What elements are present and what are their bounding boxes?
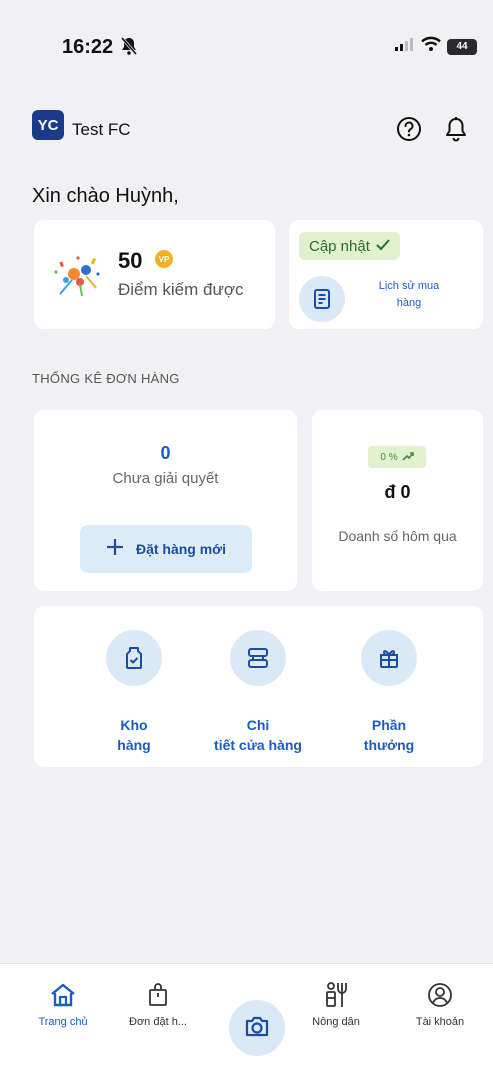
brand-logo: YC [32, 110, 64, 140]
new-order-label: Đặt hàng mới [135, 541, 227, 557]
store-icon [230, 630, 286, 686]
status-indicators: 44 [395, 36, 477, 57]
pending-count: 0 [160, 443, 171, 463]
wifi-icon [421, 36, 441, 57]
nav-orders[interactable]: Đơn đặt h... [112, 980, 204, 1028]
plus-icon [106, 538, 124, 561]
receipt-icon[interactable] [299, 276, 345, 322]
nav-home[interactable]: Trang chủ [17, 980, 109, 1028]
status-time: 16:22 [62, 36, 114, 58]
nav-account-label: Tài khoản [415, 1016, 465, 1028]
battery-icon: 44 [447, 38, 477, 55]
warehouse-icon [106, 630, 162, 686]
confetti-icon [52, 250, 106, 305]
new-order-button[interactable]: Đặt hàng mới [80, 525, 252, 573]
account-icon [394, 980, 486, 1010]
store-details-label: Chi tiết cửa hàng [214, 717, 302, 753]
home-icon [17, 980, 109, 1010]
update-badge[interactable]: Cập nhật [299, 232, 400, 260]
pending-label: Chưa giải quyết [112, 470, 219, 487]
warehouse-label: Kho hàng [117, 717, 151, 753]
brand-name: Test FC [72, 120, 131, 139]
rewards-action[interactable]: Phần thưởng [329, 630, 449, 755]
nav-farmers[interactable]: Nông dân [290, 980, 382, 1028]
sales-value: đ 0 [384, 482, 411, 502]
vp-coin-icon: VP [155, 250, 173, 268]
quick-actions-card: Kho hàng Chi tiết cửa hàng Phần thưởng [34, 606, 483, 767]
store-details-action[interactable]: Chi tiết cửa hàng [198, 630, 318, 755]
app-header: YC Test FC [32, 110, 472, 150]
shopping-bag-icon [112, 980, 204, 1010]
order-stats-heading: THỐNG KÊ ĐƠN HÀNG [32, 371, 180, 386]
gift-icon [361, 630, 417, 686]
rewards-label: Phần thưởng [363, 717, 415, 753]
trend-up-icon [402, 451, 414, 464]
nav-orders-label: Đơn đặt h... [129, 1016, 187, 1028]
status-bar: 16:22 44 [0, 0, 493, 95]
nav-home-label: Trang chủ [38, 1016, 88, 1028]
signal-icon [395, 37, 415, 56]
purchase-history-line2: hàng [396, 297, 422, 309]
points-card[interactable]: 50 VP Điểm kiếm được [34, 220, 275, 329]
purchase-history-line1: Lịch sử mua [378, 280, 440, 292]
trend-value: 0 % [380, 451, 398, 463]
greeting-text: Xin chào Huỳnh, [32, 185, 179, 207]
update-label: Cập nhật [309, 237, 370, 255]
checkmark-icon [376, 238, 390, 255]
camera-icon [244, 1014, 270, 1043]
sales-card: 0 % đ 0 Doanh số hôm qua [312, 410, 483, 591]
bottom-navigation: Trang chủ Đơn đặt h... Nông dân Tài khoả… [0, 963, 493, 1072]
nav-farmers-label: Nông dân [312, 1016, 360, 1028]
purchase-history-card[interactable]: Cập nhật Lịch sử mua hàng [289, 220, 483, 329]
purchase-history-link[interactable]: Lịch sử mua hàng [359, 278, 459, 312]
sales-label: Doanh số hôm qua [338, 528, 457, 544]
farmer-icon [290, 980, 382, 1010]
nav-account[interactable]: Tài khoản [394, 980, 486, 1028]
warehouse-action[interactable]: Kho hàng [74, 630, 194, 755]
trend-badge: 0 % [368, 446, 426, 468]
bell-muted-icon [120, 36, 138, 61]
camera-button[interactable] [229, 1000, 285, 1056]
pending-orders-card: 0 Chưa giải quyết Đặt hàng mới [34, 410, 297, 591]
help-icon[interactable] [396, 116, 422, 147]
points-label: Điểm kiếm được [118, 280, 244, 299]
notification-bell-icon[interactable] [444, 116, 468, 147]
points-value: 50 [118, 248, 143, 273]
